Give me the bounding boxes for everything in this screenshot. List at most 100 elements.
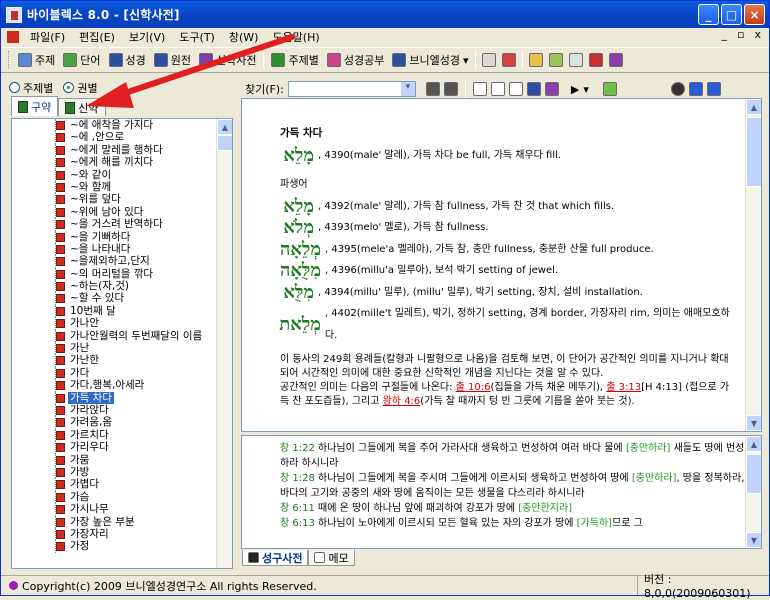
- tree-item[interactable]: 가시나무: [12, 503, 217, 516]
- toolbar-grip[interactable]: [8, 51, 11, 69]
- find-input[interactable]: [287, 81, 416, 97]
- menu-file[interactable]: 파일(F): [23, 29, 72, 45]
- tree-item[interactable]: 가다,행복,아세라: [12, 379, 217, 392]
- layout-icon[interactable]: [688, 82, 703, 96]
- close-button[interactable]: ×: [744, 4, 765, 25]
- tree-item[interactable]: 가방: [12, 465, 217, 479]
- mdi-restore-button[interactable]: ▫: [737, 28, 744, 41]
- menu-view[interactable]: 보기(V): [122, 29, 172, 45]
- verse-scrollbar[interactable]: ▲ ▼: [745, 436, 761, 548]
- scroll-thumb[interactable]: [746, 117, 761, 187]
- settings-icon[interactable]: [670, 82, 685, 96]
- tree-item[interactable]: ~에게 말레를 행하다: [12, 143, 217, 157]
- tree-item[interactable]: ~위를 덮다: [12, 193, 217, 206]
- tree-item[interactable]: ~하는(자,것): [12, 280, 217, 293]
- tab-concordance[interactable]: 성구사전: [242, 550, 309, 566]
- verse-link[interactable]: 왕하 4:6: [383, 396, 421, 407]
- verse-reference[interactable]: 창 6:13: [280, 518, 315, 529]
- edit-icon[interactable]: [549, 53, 564, 67]
- toolbar-peniel-bible-button[interactable]: 브니엘성경 ▾: [388, 49, 472, 71]
- menu-tools[interactable]: 도구(T): [172, 29, 222, 45]
- tree-item[interactable]: 가나안월력의 두번째달의 이름: [12, 329, 217, 343]
- play-icon[interactable]: ▶: [571, 83, 579, 96]
- tree-item[interactable]: 가볍다: [12, 478, 217, 491]
- tree-item[interactable]: 가장자리: [12, 527, 217, 541]
- toolbar-bible-study-button[interactable]: 성경공부: [323, 49, 388, 71]
- tree-item[interactable]: ~을제외하고,단지: [12, 255, 217, 268]
- scroll-thumb[interactable]: [746, 454, 761, 494]
- toolbar-original-button[interactable]: 원전: [150, 49, 195, 71]
- binoculars-icon[interactable]: [425, 82, 440, 96]
- paste-icon[interactable]: [569, 53, 584, 67]
- radio-by-book[interactable]: 권별: [63, 80, 98, 96]
- toolbar-word-button[interactable]: 단어: [59, 49, 104, 71]
- menu-window[interactable]: 창(W): [222, 29, 266, 45]
- tree-item[interactable]: 가난: [12, 342, 217, 355]
- print-icon[interactable]: [482, 53, 497, 67]
- toolbar-theology-dict-button[interactable]: 신학사전: [195, 49, 260, 71]
- book-purple-icon[interactable]: [609, 53, 624, 67]
- scroll-up-button[interactable]: ▲: [217, 119, 232, 135]
- tab-memo[interactable]: 메모: [308, 550, 355, 566]
- verse-reference[interactable]: 창 6:11: [280, 503, 315, 514]
- document-edit-icon[interactable]: [508, 82, 523, 96]
- scroll-up-button[interactable]: ▲: [746, 99, 761, 115]
- tree-item[interactable]: 가득 차다: [12, 391, 217, 404]
- verse-link[interactable]: 출 3:13: [606, 382, 641, 393]
- tree-item[interactable]: 가정: [12, 540, 217, 553]
- tree-item[interactable]: ~에 ,안으로: [12, 131, 217, 144]
- tree-item[interactable]: 가뭄: [12, 453, 217, 466]
- tree-item[interactable]: 가리우다: [12, 441, 217, 454]
- tree-item[interactable]: ~을 나타내다: [12, 242, 217, 256]
- tab-new-testament[interactable]: 신약: [58, 98, 106, 116]
- layout-split-icon[interactable]: [706, 82, 721, 96]
- word-tree[interactable]: ~에 애착을 가지다 ~에 ,안으로 ~에게 말레를 행하다 ~에게 해를 끼치다 ~와…: [11, 118, 233, 569]
- menu-help[interactable]: 도움말(H): [265, 29, 326, 45]
- scroll-up-button[interactable]: ▲: [746, 436, 761, 452]
- tree-item[interactable]: 가나안: [12, 317, 217, 330]
- tree-item[interactable]: 가다: [12, 366, 217, 380]
- binoculars-next-icon[interactable]: [443, 82, 458, 96]
- scroll-down-button[interactable]: ▼: [746, 532, 761, 548]
- verse-reference[interactable]: 창 1:22: [280, 443, 315, 454]
- tree-item[interactable]: 가라앉다: [12, 403, 217, 417]
- tree-item[interactable]: 가장 높은 부분: [12, 515, 217, 528]
- verse-item[interactable]: 창 6:13 하나님이 노아에게 이르시되 모든 혈육 있는 자의 강포가 땅에…: [280, 516, 747, 531]
- tree-item[interactable]: ~와 함께: [12, 180, 217, 194]
- tree-item[interactable]: 가난한: [12, 354, 217, 367]
- scroll-down-button[interactable]: ▼: [746, 415, 761, 431]
- tree-item[interactable]: ~에 애착을 가지다: [12, 119, 217, 132]
- toolbar-bible-button[interactable]: 성경: [105, 49, 150, 71]
- tree-scrollbar[interactable]: ▲: [216, 119, 232, 568]
- verse-item[interactable]: 창 1:28 하나님이 그들에게 복을 주시며 그들에게 이르시되 생육하고 번…: [280, 471, 747, 501]
- minimize-button[interactable]: _: [698, 4, 719, 25]
- book-red-icon[interactable]: [589, 53, 604, 67]
- document-icon[interactable]: [472, 82, 487, 96]
- mdi-close-button[interactable]: x: [754, 28, 761, 41]
- tree-item[interactable]: 가르치다: [12, 428, 217, 442]
- tree-item[interactable]: 10번째 달: [12, 304, 217, 318]
- radio-by-topic[interactable]: 주제별: [9, 80, 53, 96]
- dropdown-arrow-icon[interactable]: ▾: [583, 83, 589, 96]
- verse-item[interactable]: 창 1:22 하나님이 그들에게 복을 주어 가라사대 생육하고 번성하여 여러…: [280, 441, 747, 471]
- toolbar-topic-button[interactable]: 주제: [14, 49, 59, 71]
- maximize-button[interactable]: □: [721, 4, 742, 25]
- exit-icon[interactable]: [502, 53, 517, 67]
- document-text-icon[interactable]: [490, 82, 505, 96]
- tree-item[interactable]: ~을 기뻐하다: [12, 230, 217, 243]
- verse-item[interactable]: 창 6:11 때에 온 땅이 하나님 앞에 패괴하여 강포가 땅에 [충만한지라…: [280, 501, 747, 516]
- toolbar-by-topic-button[interactable]: 주제별: [267, 49, 322, 71]
- tree-item[interactable]: 가슴: [12, 490, 217, 504]
- books-icon[interactable]: [526, 82, 541, 96]
- menu-edit[interactable]: 편집(E): [72, 29, 122, 45]
- entry-scrollbar[interactable]: ▲ ▼: [745, 99, 761, 431]
- tree-item[interactable]: ~위에 남아 있다: [12, 205, 217, 219]
- mdi-minimize-button[interactable]: _: [722, 28, 728, 41]
- tree-item[interactable]: ~을 거스려 반역하다: [12, 218, 217, 231]
- tab-old-testament[interactable]: 구약: [11, 96, 59, 116]
- tree-item[interactable]: ~의 머리털을 깎다: [12, 267, 217, 281]
- refresh-icon[interactable]: [602, 82, 617, 96]
- scroll-thumb[interactable]: [217, 135, 232, 151]
- tree-item[interactable]: ~와 같이: [12, 168, 217, 181]
- verse-reference[interactable]: 창 1:28: [280, 473, 315, 484]
